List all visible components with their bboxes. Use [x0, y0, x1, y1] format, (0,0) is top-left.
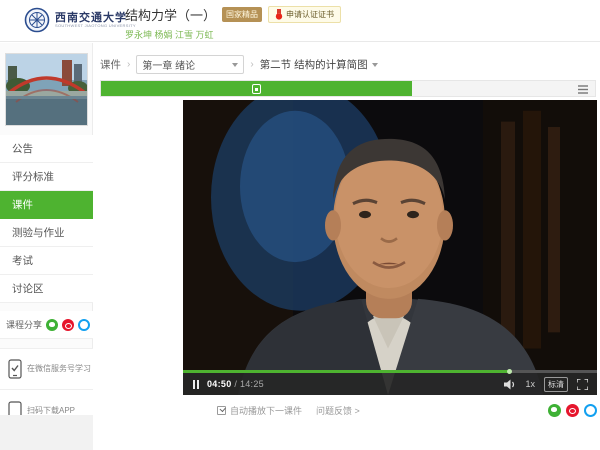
- instructor-names[interactable]: 罗永坤 杨娟 江雪 万虹: [125, 28, 341, 41]
- autoplay-toggle[interactable]: 自动播放下一课件: [217, 404, 302, 417]
- chapter-dropdown-value: 第一章 绪论: [142, 57, 195, 72]
- section-dropdown-value: 第二节 结构的计算简图: [260, 57, 368, 72]
- wechat-service-card[interactable]: 在微信服务号学习: [0, 348, 93, 390]
- download-app-label: 扫码下载APP: [27, 406, 75, 416]
- apply-certificate-button[interactable]: 申请认证证书: [268, 6, 341, 23]
- course-header: 结构力学（一） 国家精品 申请认证证书 罗永坤 杨娟 江雪 万虹: [125, 5, 341, 41]
- sidebar-item-quizzes[interactable]: 测验与作业: [0, 219, 93, 247]
- chevron-down-icon: [372, 63, 378, 67]
- playback-speed[interactable]: 1x: [525, 379, 535, 389]
- university-name: 西南交通大学 SOUTHWEST JIAOTONG UNIVERSITY: [55, 12, 136, 28]
- breadcrumb: 课件 › 第一章 绪论 › 第二节 结构的计算简图: [100, 55, 378, 74]
- sidebar-item-grading[interactable]: 评分标准: [0, 163, 93, 191]
- unit-progress-bar[interactable]: [100, 80, 596, 97]
- quality-selector[interactable]: 标清: [544, 377, 568, 392]
- quality-badge: 国家精品: [222, 7, 262, 22]
- breadcrumb-courseware[interactable]: 课件: [100, 57, 121, 72]
- volume-icon[interactable]: [504, 379, 516, 390]
- wechat-share-icon[interactable]: [548, 404, 561, 417]
- course-cover-image[interactable]: [5, 53, 88, 126]
- medal-icon: [275, 9, 283, 20]
- sidebar-item-forum[interactable]: 讨论区: [0, 275, 93, 303]
- sidebar-item-announcements[interactable]: 公告: [0, 135, 93, 163]
- sidebar: 公告 评分标准 课件 测验与作业 考试 讨论区 课程分享 在微信服务号学习: [0, 43, 93, 450]
- fullscreen-icon[interactable]: [577, 379, 588, 390]
- course-title: 结构力学（一）: [125, 5, 216, 24]
- university-logo[interactable]: 西南交通大学 SOUTHWEST JIAOTONG UNIVERSITY: [24, 7, 136, 33]
- bridge-photo: [6, 54, 87, 125]
- seek-bar[interactable]: [183, 370, 597, 373]
- video-frame: [183, 100, 597, 395]
- course-page: 西南交通大学 SOUTHWEST JIAOTONG UNIVERSITY 结构力…: [0, 0, 600, 450]
- player-controls: 04:50 / 14:25 1x 标清: [183, 373, 597, 395]
- breadcrumb-separator: ›: [250, 59, 253, 70]
- video-share-icons: [548, 404, 597, 417]
- unit-progress-fill: [101, 81, 412, 96]
- autoplay-checkbox[interactable]: [217, 406, 226, 415]
- phone-check-icon: [8, 359, 22, 379]
- sidebar-item-courseware[interactable]: 课件: [0, 191, 93, 219]
- below-player-row: 自动播放下一课件 问题反馈 >: [183, 401, 597, 419]
- time-separator: /: [232, 379, 240, 389]
- qq-share-icon[interactable]: [584, 404, 597, 417]
- current-time: 04:50: [207, 379, 232, 389]
- weibo-share-icon[interactable]: [62, 319, 74, 331]
- chapter-dropdown[interactable]: 第一章 绪论: [136, 55, 244, 74]
- video-player[interactable]: 04:50 / 14:25 1x 标清: [183, 100, 597, 395]
- section-dropdown[interactable]: 第二节 结构的计算简图: [260, 57, 378, 72]
- seek-progress: [183, 370, 510, 373]
- unit-list-icon[interactable]: [578, 85, 588, 94]
- wechat-share-icon[interactable]: [46, 319, 58, 331]
- time-display: 04:50 / 14:25: [207, 379, 264, 389]
- course-share-label: 课程分享: [6, 318, 42, 331]
- qq-share-icon[interactable]: [78, 319, 90, 331]
- autoplay-label: 自动播放下一课件: [230, 404, 302, 417]
- sidebar-item-exams[interactable]: 考试: [0, 247, 93, 275]
- header: 西南交通大学 SOUTHWEST JIAOTONG UNIVERSITY 结构力…: [0, 0, 600, 42]
- breadcrumb-separator: ›: [127, 59, 130, 70]
- duration: 14:25: [240, 379, 264, 389]
- sidebar-footer: 帮助中心: [0, 415, 93, 450]
- weibo-share-icon[interactable]: [566, 404, 579, 417]
- course-share-row: 课程分享: [0, 311, 93, 339]
- wechat-service-label: 在微信服务号学习: [27, 364, 91, 374]
- video-unit-icon: [252, 84, 261, 94]
- chevron-down-icon: [232, 63, 238, 67]
- course-menu: 公告 评分标准 课件 测验与作业 考试 讨论区: [0, 135, 93, 303]
- pause-button[interactable]: [193, 380, 199, 389]
- feedback-link[interactable]: 问题反馈 >: [316, 404, 360, 417]
- university-seal-icon: [24, 7, 50, 33]
